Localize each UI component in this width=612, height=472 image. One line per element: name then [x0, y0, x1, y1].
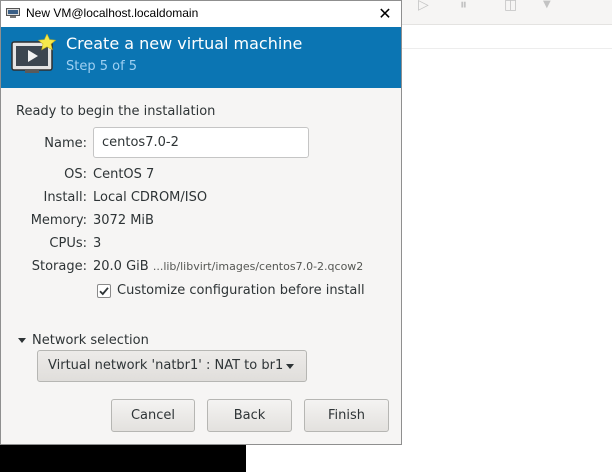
cancel-button[interactable]: Cancel: [111, 399, 195, 432]
back-button[interactable]: Back: [207, 399, 292, 432]
pause-icon[interactable]: ⏸: [460, 0, 467, 12]
chevron-down-icon[interactable]: ▼: [543, 0, 551, 10]
install-value: Local CDROM/ISO: [93, 190, 208, 205]
os-label: OS:: [64, 167, 87, 182]
close-icon[interactable]: ✕: [371, 3, 399, 25]
network-select[interactable]: Virtual network 'natbr1' : NAT to br1: [37, 350, 307, 382]
storage-label: Storage:: [31, 259, 87, 274]
checkmark-icon: [99, 287, 109, 296]
play-icon[interactable]: ▷: [418, 0, 429, 12]
finish-button[interactable]: Finish: [304, 399, 389, 432]
new-vm-monitor-icon: [11, 34, 57, 73]
new-vm-dialog: New VM@localhost.localdomain ✕ Create a …: [0, 0, 402, 445]
wizard-title: Create a new virtual machine: [66, 34, 303, 53]
ready-heading: Ready to begin the installation: [16, 104, 216, 119]
storage-size: 20.0 GiB: [93, 259, 149, 274]
name-label: Name:: [44, 136, 87, 151]
stop-icon[interactable]: ◫: [504, 0, 517, 12]
wizard-step: Step 5 of 5: [66, 59, 138, 74]
expander-down-icon: [18, 338, 26, 343]
memory-value: 3072 MiB: [93, 213, 154, 228]
customize-checkbox[interactable]: [97, 284, 111, 298]
storage-value: 20.0 GiB ...lib/libvirt/images/centos7.0…: [93, 259, 363, 274]
name-input[interactable]: [93, 127, 309, 158]
cpus-value: 3: [93, 236, 102, 251]
window-title: New VM@localhost.localdomain: [26, 6, 199, 20]
dropdown-arrow-icon: [286, 364, 294, 369]
os-value: CentOS 7: [93, 167, 155, 182]
title-bar: New VM@localhost.localdomain ✕: [1, 1, 401, 27]
customize-label[interactable]: Customize configuration before install: [117, 283, 365, 298]
cpus-label: CPUs:: [49, 236, 87, 251]
wizard-header: Create a new virtual machine Step 5 of 5: [1, 27, 401, 88]
install-label: Install:: [43, 190, 87, 205]
network-selection-label[interactable]: Network selection: [32, 333, 149, 348]
virt-manager-icon: [6, 8, 20, 18]
memory-label: Memory:: [30, 213, 87, 228]
storage-path: ...lib/libvirt/images/centos7.0-2.qcow2: [152, 260, 364, 273]
network-selected-value: Virtual network 'natbr1' : NAT to br1: [48, 358, 284, 373]
